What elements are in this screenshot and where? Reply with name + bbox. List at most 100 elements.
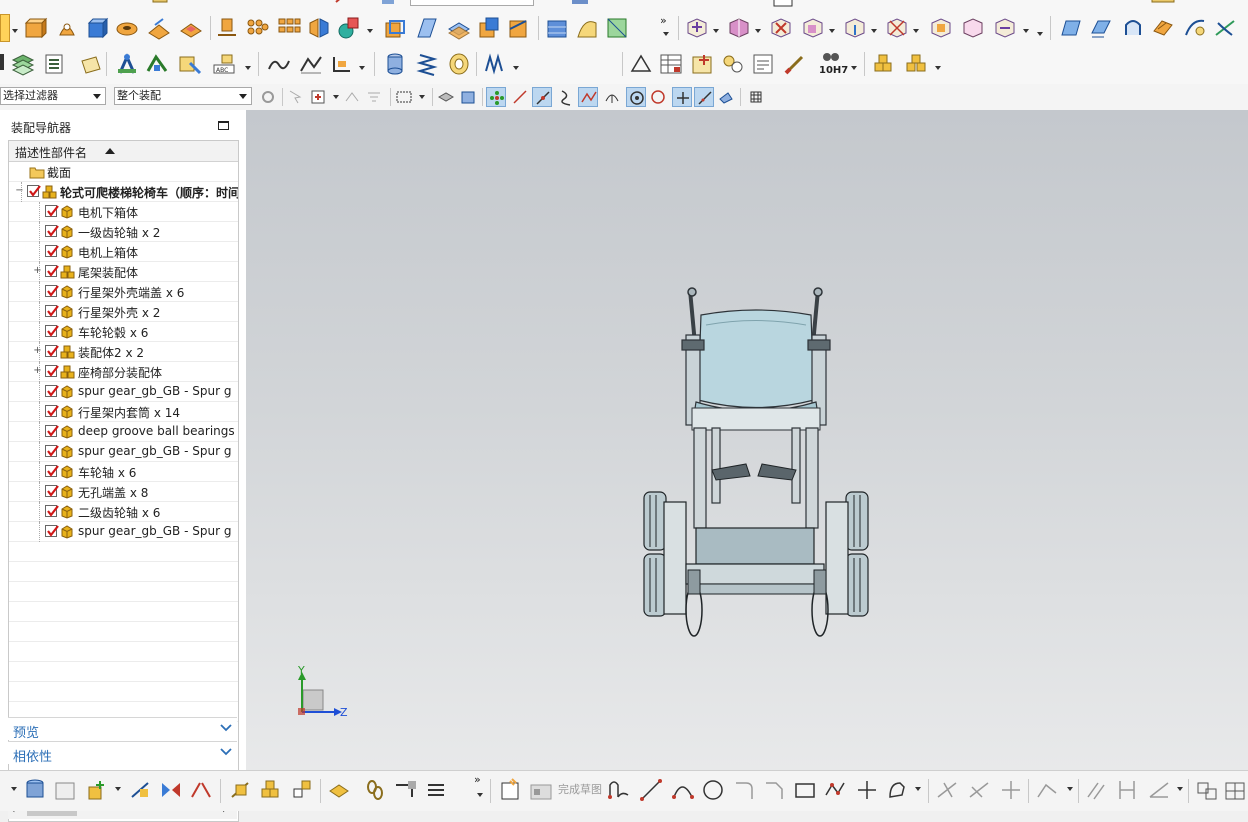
curve-surface-icon[interactable] [574,15,600,41]
text-abc-icon[interactable]: ABC [212,51,238,77]
extend-icon[interactable] [966,777,992,803]
tree-row[interactable]: spur gear_gb_GB - Spur g [9,442,238,462]
cut-off-icon[interactable] [568,0,594,8]
offset-face-icon[interactable] [476,15,502,41]
dropdown-arrow-icon[interactable] [244,64,252,72]
visibility-checkbox[interactable] [45,265,59,277]
profile-sketch-icon[interactable] [606,777,632,803]
spring-icon[interactable] [414,51,440,77]
snap-grid-icon[interactable] [746,87,766,107]
shell-icon[interactable] [382,15,408,41]
tree-row[interactable]: + 尾架装配体 [9,262,238,282]
sketch-grid-icon[interactable] [1222,777,1248,803]
spring-coil-icon[interactable] [482,51,508,77]
column-header[interactable]: 描述性部件名 [9,141,238,162]
visibility-checkbox[interactable] [45,225,59,237]
dimension-icon[interactable] [1114,777,1140,803]
geometric-constraint-icon[interactable] [1034,777,1060,803]
offset-region-icon[interactable] [842,15,868,41]
bend-icon[interactable] [1182,15,1208,41]
move-component-icon[interactable] [176,51,202,77]
more-tools-indicator[interactable]: » [660,14,667,27]
finish-sketch-icon[interactable] [528,777,554,803]
select-component-icon[interactable] [458,87,478,107]
parallel-constraint-icon[interactable] [1084,777,1110,803]
select-arrow-icon[interactable] [286,87,306,107]
dropdown-arrow-icon[interactable] [914,785,922,793]
dependency-panel-header[interactable]: 相依性 [8,741,237,765]
hole-icon[interactable] [114,15,140,41]
visibility-checkbox[interactable] [45,465,59,477]
parts-list-icon[interactable] [690,51,716,77]
cut-off-icon[interactable] [770,0,796,8]
snap-on-face-icon[interactable] [716,87,736,107]
filter-settings-icon[interactable] [258,87,278,107]
snap-mid-icon[interactable] [532,87,552,107]
snap-center-icon[interactable] [626,87,646,107]
visibility-checkbox[interactable] [45,425,59,437]
dropdown-arrow-icon[interactable] [476,791,484,799]
flange-icon[interactable] [1088,15,1114,41]
fillet-icon[interactable] [732,777,758,803]
table-icon[interactable] [658,51,684,77]
sheet-icon[interactable] [52,777,78,803]
note-icon[interactable] [78,51,104,77]
tree-row[interactable]: 无孔端盖 x 8 [9,482,238,502]
dropdown-arrow-icon[interactable] [114,785,122,793]
snap-end-icon[interactable] [510,87,530,107]
wave-link-icon[interactable] [326,777,352,803]
tree-row[interactable]: 车轮轴 x 6 [9,462,238,482]
new-component-icon[interactable] [84,777,110,803]
tree-row[interactable]: 二级齿轮轴 x 6 [9,502,238,522]
snap-control-icon[interactable] [556,87,576,107]
dropdown-arrow-icon[interactable] [418,93,426,101]
copy-face-icon[interactable] [960,15,986,41]
brush-icon[interactable] [782,51,808,77]
block-icon[interactable] [84,15,110,41]
visibility-checkbox[interactable] [45,505,59,517]
surface-icon[interactable] [544,15,570,41]
balloon-icon[interactable] [720,51,746,77]
pull-face-icon[interactable] [726,15,752,41]
replace-face-icon[interactable] [800,15,826,41]
active-tool-indicator[interactable] [0,14,10,42]
cut-off-icon[interactable] [376,0,402,8]
graphics-viewport[interactable]: Y Z [246,110,1248,770]
maximize-icon[interactable] [218,121,229,130]
sketch-icon[interactable] [498,777,524,803]
tree-row[interactable]: + 装配体2 x 2 [9,342,238,362]
dropdown-arrow-icon[interactable] [512,64,520,72]
dropdown-arrow-icon[interactable] [870,27,878,35]
trim-body-icon[interactable] [506,15,532,41]
selection-filter-combo[interactable]: 选择过滤器 [0,87,106,105]
tree-row[interactable]: 行星架内套筒 x 14 [9,402,238,422]
stock-group-icon[interactable] [904,51,930,77]
sequence-icon[interactable] [424,777,450,803]
pattern-array-icon[interactable] [244,15,270,41]
snap-point-icon[interactable] [308,87,328,107]
circle-icon[interactable] [700,777,726,803]
pattern-face-icon[interactable] [928,15,954,41]
visibility-checkbox[interactable] [45,445,59,457]
grid-pattern-icon[interactable] [276,15,302,41]
boss-icon[interactable] [146,15,172,41]
dropdown-arrow-icon[interactable] [712,27,720,35]
snap-existing-point-icon[interactable] [672,87,692,107]
visibility-checkbox[interactable] [45,385,59,397]
rectangle-icon[interactable] [792,777,818,803]
tree-row[interactable]: − 轮式可爬楼梯轮椅车（顺序：时间 [9,182,238,202]
tree-row[interactable]: 截面 [9,162,238,182]
sync-modeling-move-icon[interactable] [684,15,710,41]
tree-row[interactable]: 车轮轮毂 x 6 [9,322,238,342]
move-edge-icon[interactable] [992,15,1018,41]
contour-flange-icon[interactable] [1120,15,1146,41]
tree-row[interactable]: + 座椅部分装配体 [9,362,238,382]
spring-curve-icon[interactable] [266,51,292,77]
selection-scope-combo[interactable]: 整个装配 [114,87,252,105]
snap-intersection-icon[interactable] [578,87,598,107]
dropdown-arrow-icon[interactable] [358,64,366,72]
through-curves-icon[interactable] [604,15,630,41]
tree-row[interactable]: deep groove ball bearings [9,422,238,442]
layer-stack-icon[interactable] [10,51,36,77]
profile-icon[interactable] [298,51,324,77]
